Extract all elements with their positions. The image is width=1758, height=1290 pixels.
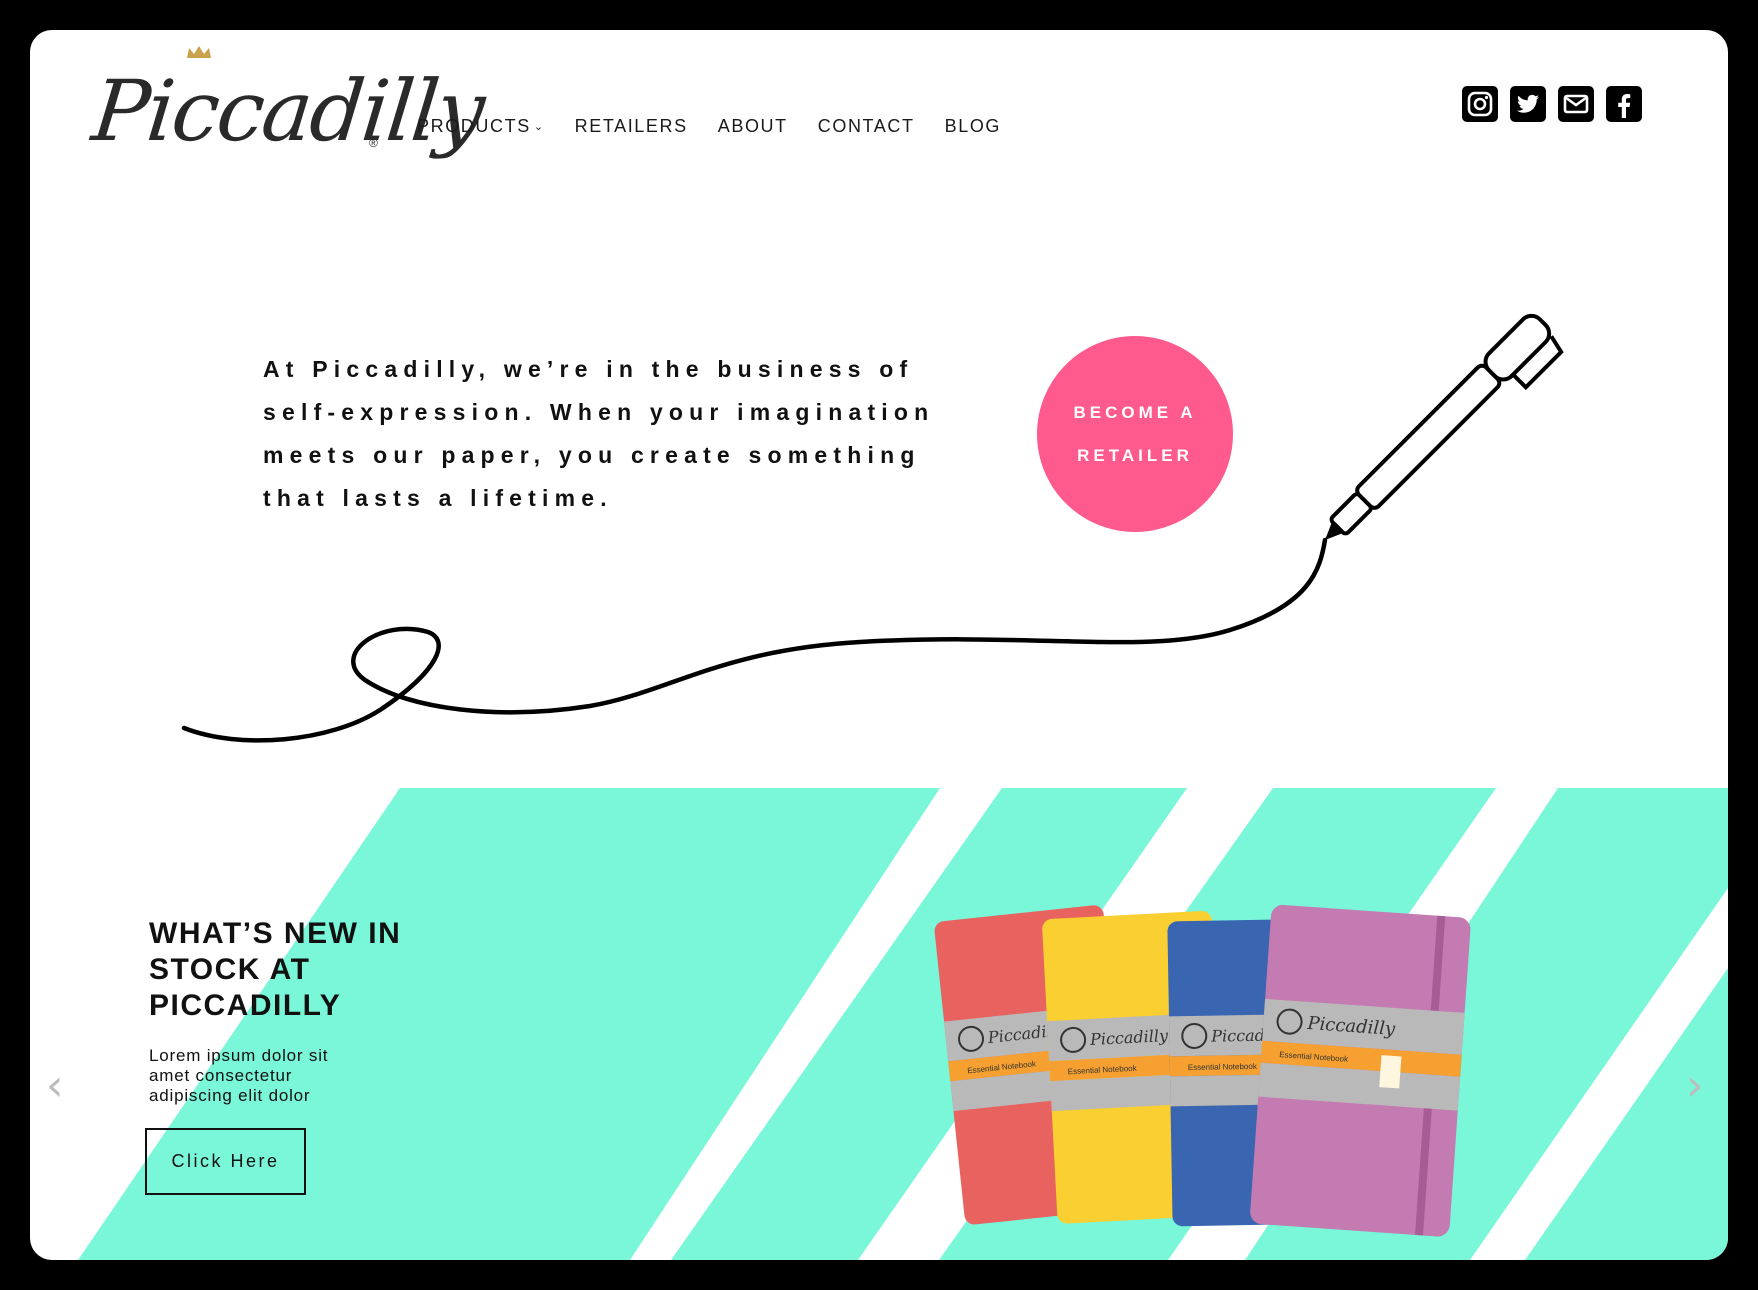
chevron-right-icon[interactable]: › [1686, 1060, 1704, 1111]
browser-viewport: Piccadilly ® PRODUCTS ⌄ RETAILERS ABOUT … [30, 30, 1728, 1260]
chevron-left-icon[interactable]: ‹ [46, 1060, 64, 1111]
promo-title: WHAT’S NEW IN STOCK AT PICCADILLY [149, 917, 402, 1022]
pen-icon [1325, 313, 1564, 540]
notebook-purple: Piccadilly Essential Notebook [1250, 904, 1471, 1237]
svg-text:Essential Notebook: Essential Notebook [1188, 1062, 1258, 1072]
promo-description: Lorem ipsum dolor sit amet consectetur a… [149, 1046, 329, 1105]
click-here-button[interactable]: Click Here [145, 1128, 306, 1195]
device-frame: Piccadilly ® PRODUCTS ⌄ RETAILERS ABOUT … [0, 0, 1758, 1290]
notebooks-image: Piccadilly Essential Notebook Piccadilly… [934, 904, 1471, 1237]
become-retailer-label: BECOME A RETAILER [1073, 403, 1197, 465]
hero-statement: At Piccadilly, we’re in the business of … [263, 356, 935, 511]
ink-line [181, 537, 1328, 743]
become-retailer-button[interactable]: BECOME A RETAILER [1037, 336, 1233, 532]
